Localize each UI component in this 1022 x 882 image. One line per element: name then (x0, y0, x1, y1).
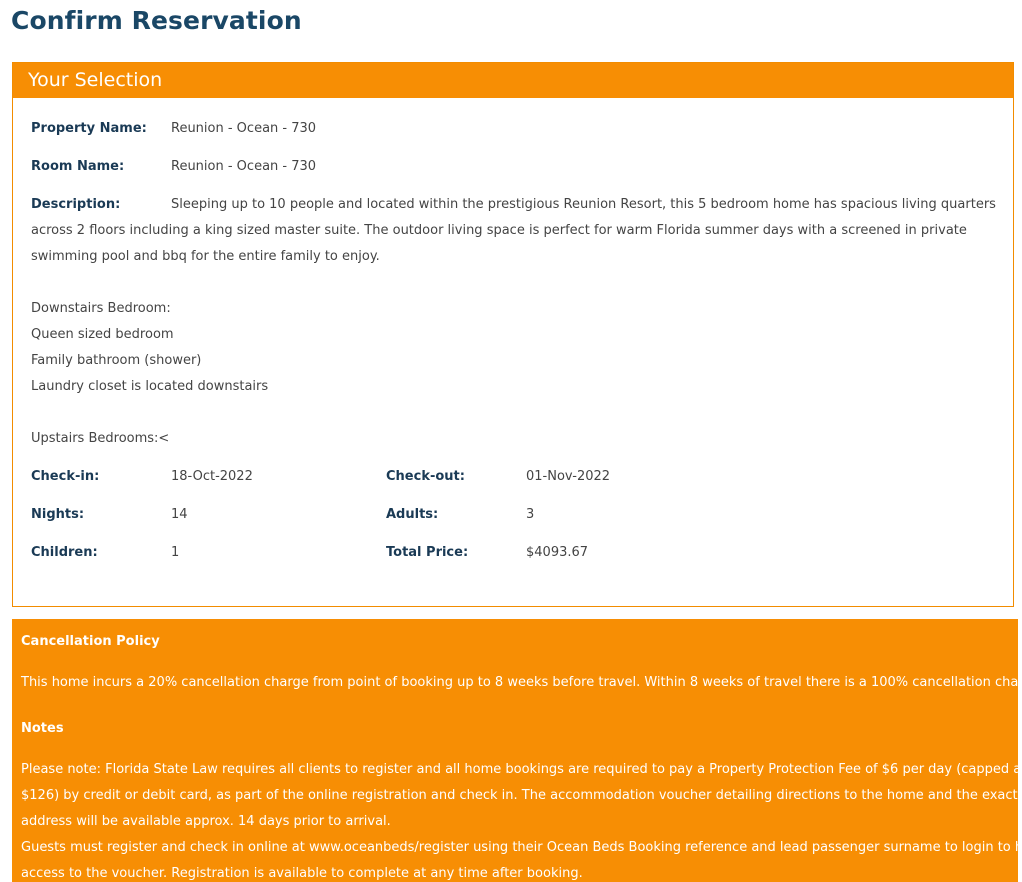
cancellation-policy-line: This home incurs a 20% cancellation char… (21, 675, 1018, 690)
description-line-1: Description: Sleeping up to 10 people and… (31, 192, 996, 218)
description-text-3: swimming pool and bbq for the entire fam… (31, 249, 380, 264)
description-label: Description: (31, 197, 121, 212)
adults-value: 3 (526, 507, 535, 522)
notes-line-5: access to the voucher. Registration is a… (21, 866, 583, 881)
notes-text: Please note: Florida State Law requires … (21, 757, 1018, 882)
property-name-label: Property Name: (31, 121, 147, 136)
checkout-value: 01-Nov-2022 (526, 469, 611, 484)
downstairs-line-1: Downstairs Bedroom: (31, 301, 171, 316)
description-text-1: Sleeping up to 10 people and located wit… (171, 197, 996, 212)
notes-line-2: $126) by credit or debit card, as part o… (21, 788, 1018, 803)
downstairs-line-3: Family bathroom (shower) (31, 353, 202, 368)
notes-line-3: address will be available approx. 14 day… (21, 814, 391, 829)
description-spacer (31, 270, 991, 296)
children-value: 1 (171, 545, 180, 560)
downstairs-spacer (31, 400, 991, 426)
cancellation-policy-text: This home incurs a 20% cancellation char… (21, 670, 1018, 696)
children-label: Children: (31, 545, 98, 560)
nights-label: Nights: (31, 507, 85, 522)
upstairs-line: Upstairs Bedrooms:< (31, 431, 170, 446)
downstairs-line-2: Queen sized bedroom (31, 327, 174, 342)
notes-heading: Notes (21, 721, 64, 736)
nights-value: 14 (171, 507, 188, 522)
description-text-2: across 2 floors including a king sized m… (31, 223, 967, 238)
adults-label: Adults: (386, 507, 439, 522)
checkin-value: 18-Oct-2022 (171, 469, 253, 484)
checkin-label: Check-in: (31, 469, 100, 484)
room-name-value: Reunion - Ocean - 730 (171, 159, 317, 174)
selection-header: Your Selection (13, 63, 1013, 98)
downstairs-line-4: Laundry closet is located downstairs (31, 379, 269, 394)
property-name-value: Reunion - Ocean - 730 (171, 121, 317, 136)
checkout-label: Check-out: (386, 469, 465, 484)
selection-panel: Your Selection Property Name: Reunion - … (12, 62, 1014, 607)
notes-line-4: Guests must register and check in online… (21, 840, 1018, 855)
notes-line-1: Please note: Florida State Law requires … (21, 762, 1018, 777)
room-name-label: Room Name: (31, 159, 125, 174)
total-price-value: $4093.67 (526, 545, 589, 560)
policy-panel: Cancellation Policy This home incurs a 2… (12, 619, 1018, 882)
page-title: Confirm Reservation (11, 6, 302, 35)
cancellation-policy-heading: Cancellation Policy (21, 634, 160, 649)
total-price-label: Total Price: (386, 545, 469, 560)
description-block: Description: Sleeping up to 10 people and… (31, 192, 996, 452)
